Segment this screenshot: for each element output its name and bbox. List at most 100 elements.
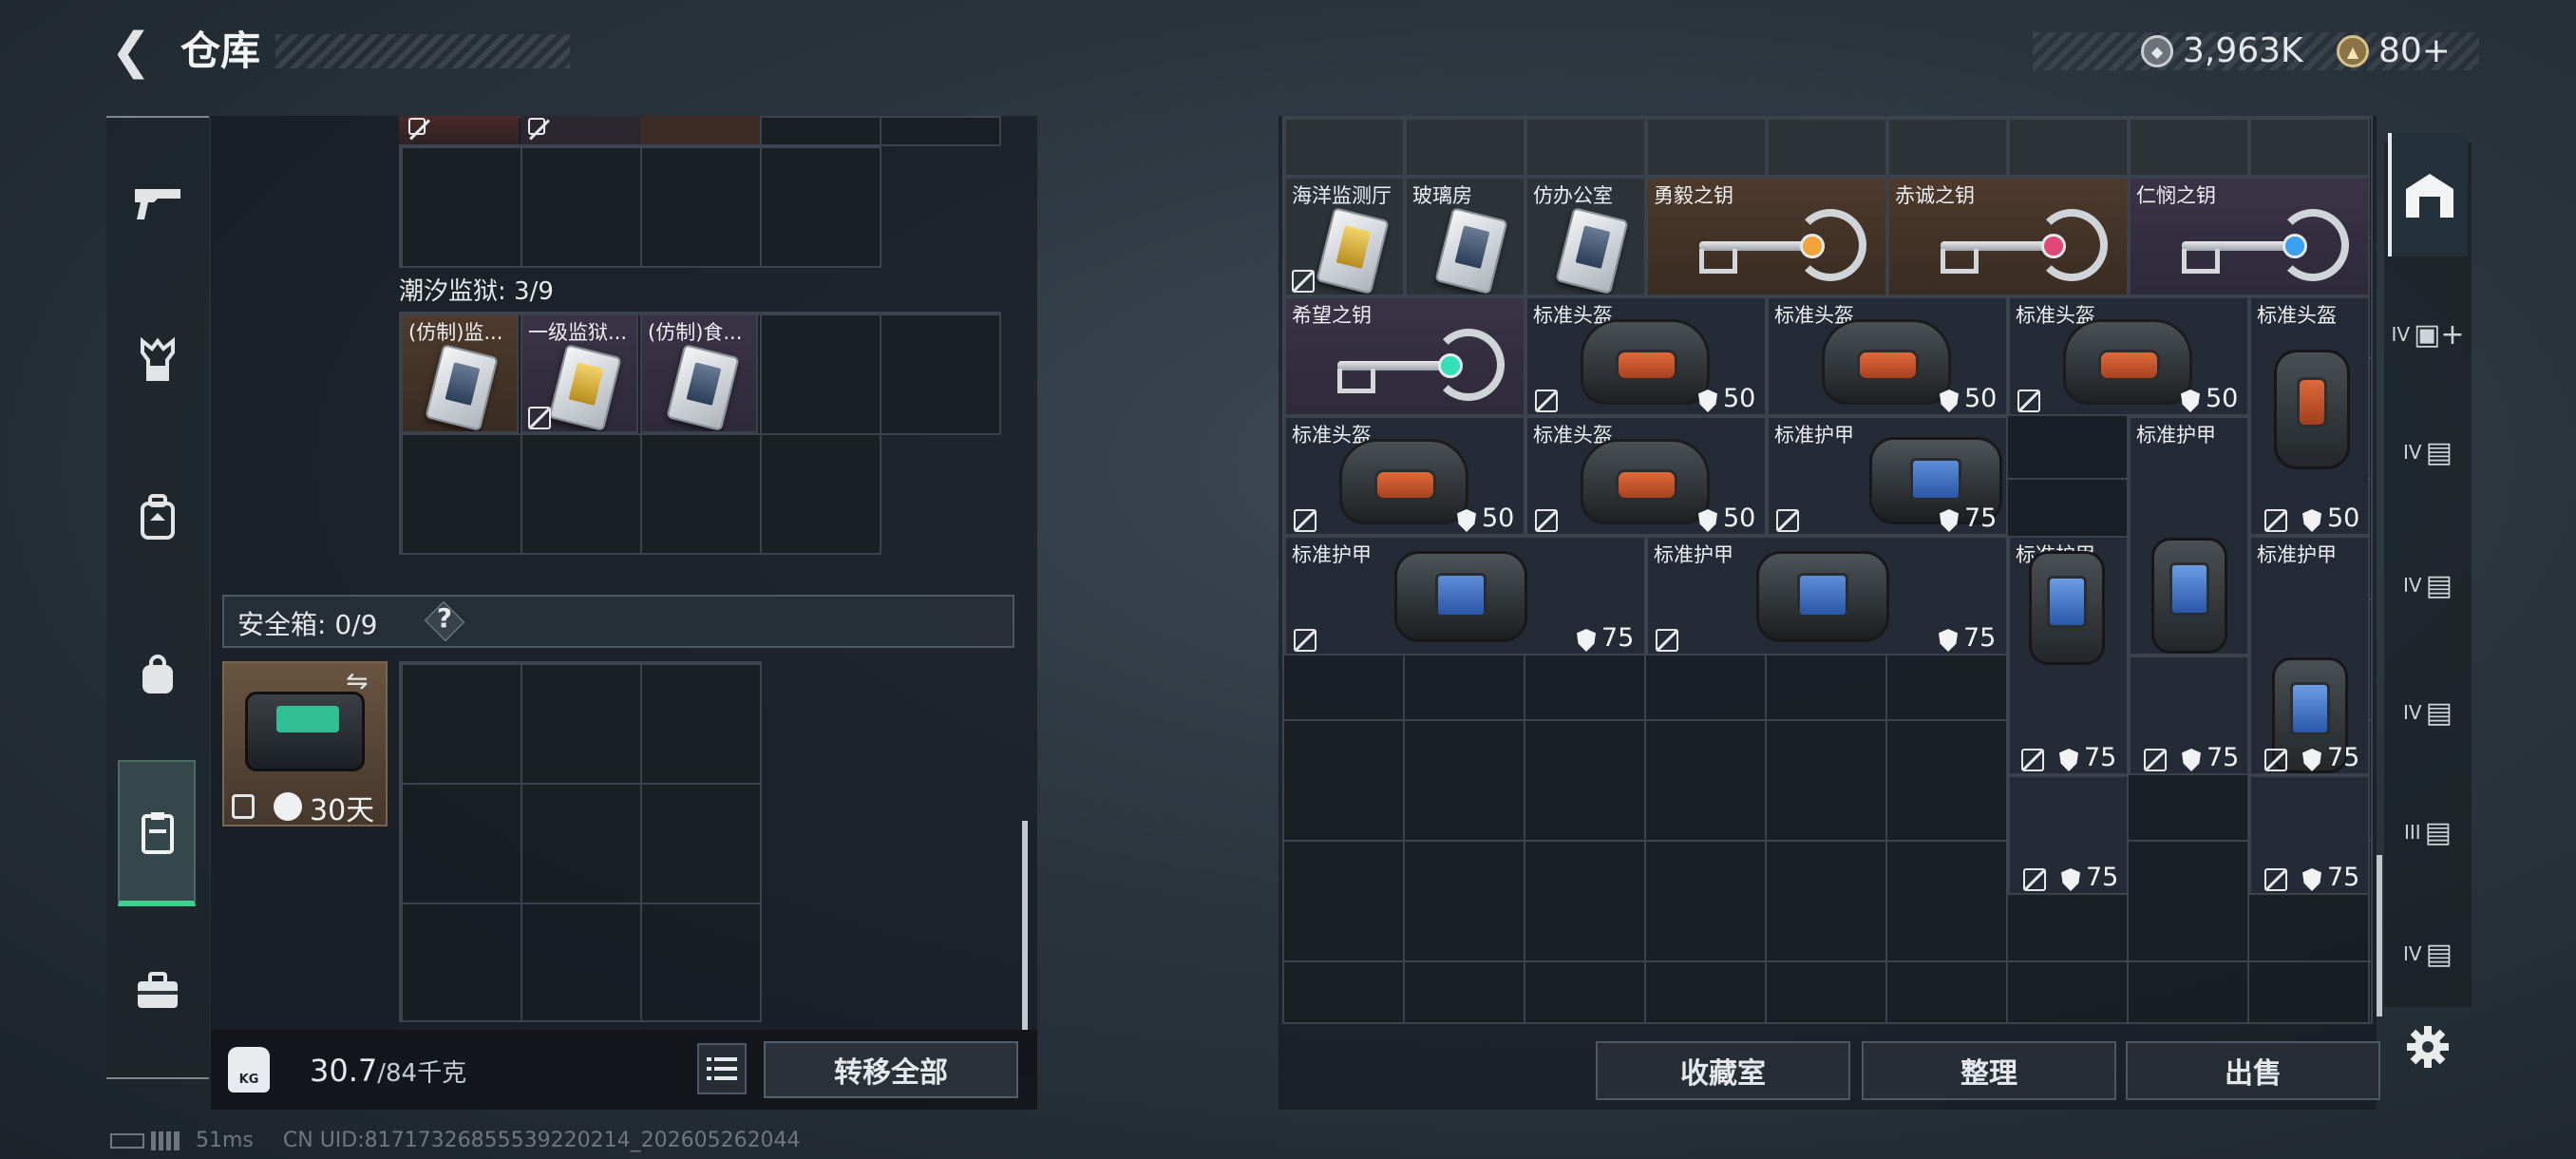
grid-item[interactable]	[1767, 118, 1887, 177]
left-scrollbar[interactable]	[1022, 821, 1028, 1030]
settings-gear-icon[interactable]	[2388, 1016, 2468, 1077]
armor-item[interactable]: 标准护甲 75	[1646, 536, 2008, 656]
key-item-brave[interactable]: 勇毅之钥	[1646, 177, 1887, 296]
armor-vest-icon	[2151, 538, 2227, 654]
armor-item-tall[interactable]: 标准护甲 75	[2249, 536, 2370, 775]
nav-armor-vest-icon[interactable]	[106, 289, 209, 431]
storage-tab-icon[interactable]: IV ▤	[2388, 897, 2468, 1011]
tier-label: IV	[2403, 441, 2422, 464]
no-insurance-icon	[2264, 509, 2287, 532]
helmet-icon	[1581, 319, 1710, 405]
back-arrow-icon[interactable]: ❮	[104, 23, 158, 80]
grid-item[interactable]	[1887, 118, 2008, 177]
keycard-item[interactable]: 仿办公室	[1525, 177, 1646, 296]
toolbox-icon	[138, 972, 178, 1008]
durability-value: 50	[1482, 504, 1515, 533]
sell-button[interactable]: 出售	[2126, 1041, 2380, 1100]
durability-value: 50	[1964, 384, 1998, 413]
helmet-item[interactable]: 标准头盔 50	[1767, 296, 2008, 416]
warehouse-grid: 海洋监测厅 玻璃房 仿办公室 勇毅之钥 赤诚之钥 仁悯之钥 希望之钥 标准头盔 …	[1282, 116, 2373, 1024]
silver-currency-amount: 3,963K	[2183, 31, 2303, 70]
durability-value: 75	[2207, 743, 2240, 772]
nav-toolbox-icon[interactable]	[106, 920, 209, 1062]
tier-label: IV	[2403, 942, 2422, 965]
keycard-icon	[425, 343, 499, 431]
gun-icon	[135, 189, 180, 219]
storage-tab-icon[interactable]: IV ▤	[2388, 395, 2468, 509]
key-item-sincere[interactable]: 赤诚之钥	[1887, 177, 2129, 296]
weight-value: 30.7	[310, 1053, 378, 1089]
helmet-icon	[1581, 439, 1710, 524]
key-item-hope[interactable]: 希望之钥	[1284, 296, 1525, 416]
container-grid	[399, 146, 881, 268]
key-icon	[1676, 205, 1866, 291]
nav-safe-box-icon[interactable]	[106, 762, 209, 904]
durability-value: 75	[2086, 863, 2119, 892]
armor-item-tall-bottom[interactable]: 75	[2129, 656, 2249, 775]
armor-item[interactable]: 75	[2249, 775, 2370, 895]
durability-shield-icon	[1939, 629, 1958, 652]
helmet-icon	[2063, 319, 2192, 405]
prison-key-item[interactable]: (仿制)监...	[401, 314, 519, 433]
nav-backpack-icon[interactable]	[106, 446, 209, 589]
prison-key-item[interactable]: (仿制)食...	[640, 314, 758, 433]
status-line: 51ms CN UID:81717326855539220214_2026052…	[110, 1129, 801, 1152]
grid-item[interactable]	[1405, 118, 1525, 177]
armor-item[interactable]: 标准护甲 75	[1284, 536, 1646, 656]
keycard-item[interactable]: 玻璃房	[1405, 177, 1525, 296]
collection-room-button[interactable]: 收藏室	[1596, 1041, 1850, 1100]
grid-item[interactable]	[1646, 118, 1767, 177]
gold-currency-amount[interactable]: 80+	[2378, 28, 2451, 74]
helmet-item[interactable]: 标准头盔 50	[1525, 416, 1767, 536]
helmet-item-tall[interactable]: 标准头盔 50	[2249, 296, 2370, 536]
no-insurance-icon	[2144, 749, 2167, 771]
storage-home-icon[interactable]	[2388, 133, 2468, 256]
durability-shield-icon	[2181, 390, 2200, 412]
grid-item[interactable]	[2008, 118, 2129, 177]
grid-item[interactable]	[2249, 118, 2370, 177]
armor-item[interactable]: 标准护甲 75	[1767, 416, 2008, 536]
no-insurance-icon	[2264, 749, 2287, 771]
keycard-item[interactable]: 海洋监测厅	[1284, 177, 1405, 296]
storage-tab-icon[interactable]: IV ▤	[2388, 656, 2468, 770]
item-name: 标准护甲	[1654, 543, 1733, 566]
silver-coin-icon: ◆	[2141, 35, 2173, 67]
durability-shield-icon	[1940, 509, 1959, 532]
armor-item-tall[interactable]: 标准护甲	[2129, 416, 2249, 656]
no-insurance-icon	[1776, 509, 1799, 532]
grid-slot[interactable]	[640, 116, 760, 144]
armor-vest-icon	[1756, 551, 1889, 642]
key-item-mercy[interactable]: 仁悯之钥	[2129, 177, 2370, 296]
transfer-all-button[interactable]: 转移全部	[764, 1041, 1018, 1098]
safe-box-title: 安全箱: 0/9	[237, 609, 378, 640]
armor-item[interactable]: 75	[2008, 775, 2129, 895]
storage-tab-icon[interactable]: IV ▤	[2388, 528, 2468, 642]
help-icon-label[interactable]: ?	[433, 602, 456, 634]
add-storage-icon[interactable]: IV ▣+	[2388, 277, 2468, 391]
organize-button[interactable]: 整理	[1862, 1041, 2116, 1100]
helmet-item[interactable]: 标准头盔 50	[1284, 416, 1525, 536]
storage-tab-icon[interactable]: III ▤	[2388, 775, 2468, 889]
key-icon	[1918, 205, 2108, 291]
warehouse-scrollbar[interactable]	[2377, 855, 2382, 1016]
weight-max: /84千克	[377, 1059, 467, 1088]
helmet-item[interactable]: 标准头盔 50	[2008, 296, 2249, 416]
grid-item[interactable]	[2129, 118, 2249, 177]
nav-bag-icon[interactable]	[106, 604, 209, 747]
grid-item[interactable]	[1284, 118, 1405, 177]
prison-key-item[interactable]: 一级监狱...	[521, 314, 638, 433]
tier-label: IV	[2403, 574, 2422, 597]
grid-item[interactable]	[1525, 118, 1646, 177]
durability-value: 75	[1963, 623, 1997, 653]
list-view-button[interactable]	[697, 1043, 747, 1094]
tier-label: III	[2403, 821, 2421, 844]
nav-weapons-gun-icon[interactable]	[106, 131, 209, 274]
clock-icon	[274, 792, 302, 821]
uid-text: CN UID:81717326855539220214_202605262044	[282, 1129, 801, 1152]
helmet-item[interactable]: 标准头盔 50	[1525, 296, 1767, 416]
item-name: 仿办公室	[1533, 184, 1613, 207]
safe-box-timer: 30天	[310, 794, 375, 827]
tier-label: IV	[2403, 701, 2422, 724]
swap-icon[interactable]: ⇋	[346, 665, 368, 696]
item-name: 标准护甲	[2257, 543, 2337, 566]
